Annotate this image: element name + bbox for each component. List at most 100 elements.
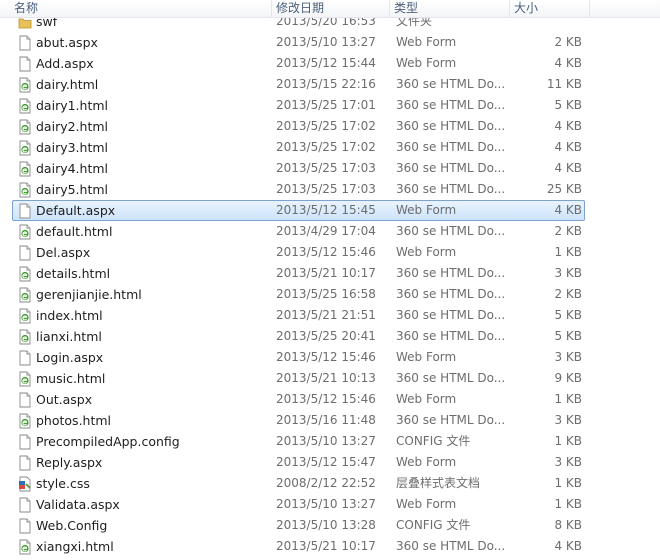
file-row[interactable]: Reply.aspx 2013/5/12 15:47 Web Form 3 KB [0, 452, 660, 473]
file-row[interactable]: Web.Config 2013/5/10 13:28 CONFIG 文件 8 KB [0, 515, 660, 536]
file-type: 360 se HTML Do... [396, 140, 506, 154]
file-row[interactable]: dairy5.html 2013/5/25 17:03 360 se HTML Do… [0, 179, 660, 200]
column-header-size[interactable]: 大小 [510, 0, 590, 18]
file-size: 5 KB [554, 98, 582, 112]
file-row[interactable]: gerenjianjie.html 2013/5/25 16:58 360 se H… [0, 284, 660, 305]
file-date: 2013/5/10 13:28 [276, 518, 376, 532]
file-date: 2013/4/29 17:04 [276, 224, 376, 238]
file-row[interactable]: index.html 2013/5/21 21:51 360 se HTML Do.… [0, 305, 660, 326]
file-row[interactable]: music.html 2013/5/21 10:13 360 se HTML Do.… [0, 368, 660, 389]
file-size: 4 KB [554, 539, 582, 553]
file-type: 360 se HTML Do... [396, 329, 506, 343]
file-name: details.html [36, 266, 111, 281]
file-row[interactable]: style.css 2008/2/12 22:52 层叠样式表文档 1 KB [0, 473, 660, 494]
file-row[interactable]: PrecompiledApp.config 2013/5/10 13:27 CONF… [0, 431, 660, 452]
file-name: Validata.aspx [36, 497, 120, 512]
file-type: Web Form [396, 245, 457, 259]
file-row[interactable]: lianxi.html 2013/5/25 20:41 360 se HTML Do… [0, 326, 660, 347]
file-type: CONFIG 文件 [396, 434, 471, 448]
file-date: 2013/5/16 11:48 [276, 413, 376, 427]
file-size: 4 KB [554, 119, 582, 133]
file-type: Web Form [396, 455, 457, 469]
document-icon [18, 245, 32, 261]
column-header-name[interactable]: 名称 [10, 0, 272, 18]
document-icon [18, 518, 32, 534]
file-name: abut.aspx [36, 35, 98, 50]
file-name: Add.aspx [36, 56, 94, 71]
html-document-icon [18, 539, 32, 555]
file-row[interactable]: Validata.aspx 2013/5/10 13:27 Web Form 1 KB [0, 494, 660, 515]
file-date: 2013/5/12 15:46 [276, 245, 376, 259]
file-size: 4 KB [554, 203, 582, 217]
file-name: dairy.html [36, 77, 99, 92]
column-header-type[interactable]: 类型 [390, 0, 510, 18]
file-type: CONFIG 文件 [396, 518, 471, 532]
file-date: 2008/2/12 22:52 [276, 476, 376, 490]
file-date: 2013/5/12 15:44 [276, 56, 376, 70]
file-row[interactable]: Default.aspx 2013/5/12 15:45 Web Form 4 KB [0, 200, 660, 221]
file-name: dairy3.html [36, 140, 109, 155]
file-type: Web Form [396, 392, 457, 406]
file-date: 2013/5/12 15:46 [276, 392, 376, 406]
file-size: 3 KB [554, 413, 582, 427]
file-size: 8 KB [554, 518, 582, 532]
file-size: 11 KB [546, 77, 582, 91]
file-row[interactable]: dairy3.html 2013/5/25 17:02 360 se HTML Do… [0, 137, 660, 158]
file-row[interactable]: Out.aspx 2013/5/12 15:46 Web Form 1 KB [0, 389, 660, 410]
file-row[interactable]: dairy.html 2013/5/15 22:16 360 se HTML Do.… [0, 74, 660, 95]
file-row[interactable]: Add.aspx 2013/5/12 15:44 Web Form 4 KB [0, 53, 660, 74]
html-document-icon [18, 182, 32, 198]
file-size: 3 KB [554, 350, 582, 364]
file-row[interactable]: details.html 2013/5/21 10:17 360 se HTML D… [0, 263, 660, 284]
file-date: 2013/5/25 16:58 [276, 287, 376, 301]
file-name: PrecompiledApp.config [36, 434, 180, 449]
file-name: dairy4.html [36, 161, 109, 176]
file-size: 4 KB [554, 140, 582, 154]
html-document-icon [18, 413, 32, 429]
document-icon [18, 434, 32, 450]
html-document-icon [18, 266, 32, 282]
file-row[interactable]: dairy4.html 2013/5/25 17:03 360 se HTML Do… [0, 158, 660, 179]
file-row[interactable]: photos.html 2013/5/16 11:48 360 se HTML Do… [0, 410, 660, 431]
document-icon [18, 392, 32, 408]
file-date: 2013/5/25 17:03 [276, 182, 376, 196]
file-name: photos.html [36, 413, 112, 428]
file-row[interactable]: default.html 2013/4/29 17:04 360 se HTML D… [0, 221, 660, 242]
file-name: default.html [36, 224, 113, 239]
file-name: xiangxi.html [36, 539, 114, 554]
html-document-icon [18, 161, 32, 177]
file-date: 2013/5/21 10:17 [276, 539, 376, 553]
file-row[interactable]: abut.aspx 2013/5/10 13:27 Web Form 2 KB [0, 32, 660, 53]
file-date: 2013/5/21 10:13 [276, 371, 376, 385]
file-row[interactable]: dairy2.html 2013/5/25 17:02 360 se HTML Do… [0, 116, 660, 137]
css-document-icon [18, 476, 32, 492]
column-header-bar: 名称 修改日期 类型 大小 [0, 0, 660, 18]
file-size: 2 KB [554, 35, 582, 49]
file-type: Web Form [396, 497, 457, 511]
file-name: style.css [36, 476, 90, 491]
document-icon [18, 350, 32, 366]
file-row[interactable]: dairy1.html 2013/5/25 17:01 360 se HTML Do… [0, 95, 660, 116]
file-type: Web Form [396, 203, 457, 217]
file-row[interactable]: Del.aspx 2013/5/12 15:46 Web Form 1 KB [0, 242, 660, 263]
file-type: 360 se HTML Do... [396, 224, 506, 238]
html-document-icon [18, 98, 32, 114]
file-row[interactable]: xiangxi.html 2013/5/21 10:17 360 se HTML D… [0, 536, 660, 557]
document-icon [18, 56, 32, 72]
column-header-date[interactable]: 修改日期 [272, 0, 390, 18]
file-type: 360 se HTML Do... [396, 77, 506, 91]
file-name: Out.aspx [36, 392, 93, 407]
html-document-icon [18, 371, 32, 387]
file-size: 1 KB [554, 434, 582, 448]
file-type: 360 se HTML Do... [396, 266, 506, 280]
file-name: dairy1.html [36, 98, 109, 113]
file-type: 360 se HTML Do... [396, 119, 506, 133]
document-icon [18, 203, 32, 219]
file-type: 360 se HTML Do... [396, 539, 506, 553]
file-row[interactable]: Login.aspx 2013/5/12 15:46 Web Form 3 KB [0, 347, 660, 368]
file-size: 2 KB [554, 224, 582, 238]
file-date: 2013/5/25 17:01 [276, 98, 376, 112]
file-name: music.html [36, 371, 106, 386]
html-document-icon [18, 224, 32, 240]
file-name: Reply.aspx [36, 455, 103, 470]
